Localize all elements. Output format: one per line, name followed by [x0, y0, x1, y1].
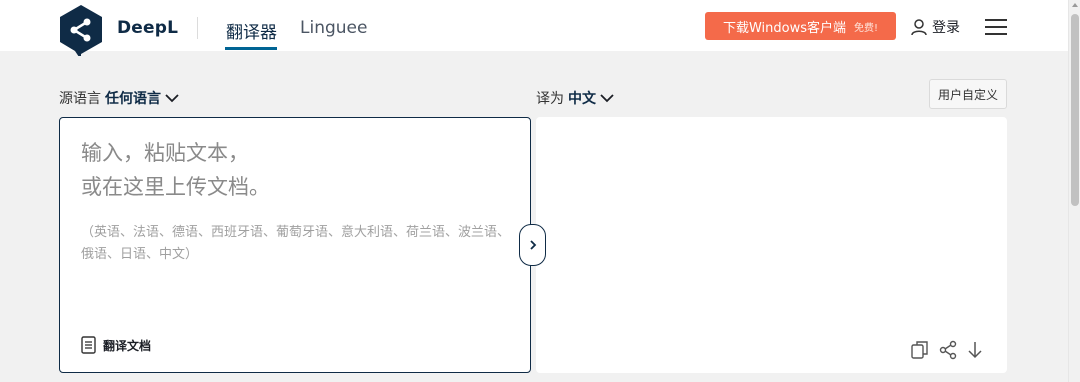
header-divider [197, 17, 198, 39]
menu-icon[interactable] [985, 19, 1007, 37]
target-language-prefix: 译为 [536, 91, 564, 107]
target-language-value: 中文 [568, 91, 596, 107]
chevron-right-icon [529, 240, 536, 250]
placeholder-line-2: 或在这里上传文档。 [81, 175, 270, 199]
chevron-down-icon [165, 94, 179, 103]
source-language-selector[interactable]: 源语言 任何语言 [59, 88, 179, 108]
target-toolbar [911, 340, 983, 360]
download-arrow-icon[interactable] [967, 340, 983, 360]
source-placeholder: 输入，粘贴文本， 或在这里上传文档。 [81, 136, 511, 204]
page-scrollbar[interactable] [1068, 0, 1080, 382]
translate-document-label: 翻译文档 [103, 338, 152, 353]
translate-document-button[interactable]: 翻译文档 [81, 336, 151, 354]
tab-linguee[interactable]: Linguee [300, 18, 367, 38]
document-icon [81, 336, 96, 354]
target-language-selector[interactable]: 译为 中文 [536, 88, 614, 108]
share-icon[interactable] [939, 340, 957, 360]
brand-name[interactable]: DeepL [117, 18, 178, 38]
source-language-value: 任何语言 [105, 91, 161, 107]
panel-toggle-button[interactable] [519, 224, 546, 266]
download-windows-client-button[interactable]: 下载Windows客户端 免费! [705, 12, 896, 40]
login-label: 登录 [932, 20, 960, 36]
download-button-label: 下载Windows客户端 [722, 20, 846, 36]
active-tab-indicator [225, 47, 277, 50]
source-language-prefix: 源语言 [59, 91, 101, 107]
customize-button[interactable]: 用户自定义 [929, 79, 1007, 109]
scrollbar-thumb[interactable] [1071, 14, 1079, 206]
login-button[interactable]: 登录 [910, 17, 960, 37]
placeholder-line-1: 输入，粘贴文本， [81, 141, 249, 165]
scroll-up-arrow-icon[interactable] [1072, 3, 1078, 7]
top-header: DeepL 翻译器 Linguee 下载Windows客户端 免费! 登录 [0, 0, 1068, 56]
copy-icon[interactable] [911, 340, 929, 360]
source-text-area[interactable]: 输入，粘贴文本， 或在这里上传文档。 （英语、法语、德语、西班牙语、葡萄牙语、意… [59, 117, 531, 373]
supported-languages-hint: （英语、法语、德语、西班牙语、葡萄牙语、意大利语、荷兰语、波兰语、俄语、日语、中… [81, 225, 511, 262]
free-badge: 免费! [854, 22, 879, 34]
target-text-area[interactable] [536, 117, 1007, 373]
deepl-logo-icon[interactable] [58, 4, 104, 56]
user-icon [911, 19, 927, 36]
tab-translator[interactable]: 翻译器 [226, 18, 277, 43]
chevron-down-icon [600, 94, 614, 103]
